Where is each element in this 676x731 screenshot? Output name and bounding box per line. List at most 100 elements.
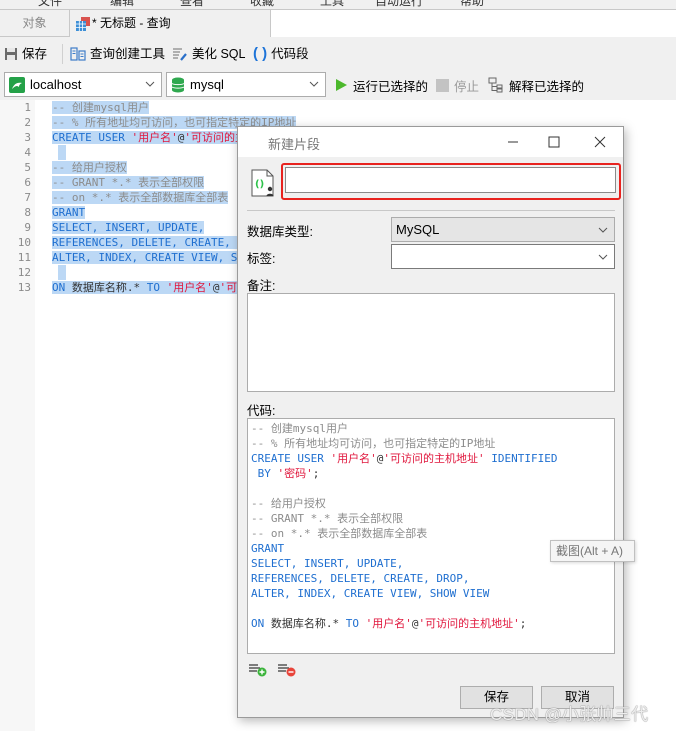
tag-select[interactable] [391, 244, 615, 269]
line-number: 13 [17, 281, 31, 294]
menu-item[interactable]: 查看 [180, 0, 204, 9]
note-textarea[interactable] [247, 293, 615, 392]
code-token: '用户名' [166, 281, 213, 294]
code-token: CREATE USER [52, 131, 132, 144]
explain-selected-label: 解释已选择的 [509, 79, 585, 94]
code-token: ; [519, 617, 527, 630]
database-select[interactable]: mysql [166, 72, 326, 97]
code-token: -- 给用户授权 [251, 497, 326, 510]
code-line: ALTER, INDEX, CREATE VIEW, SHOW VIEW [251, 586, 611, 601]
new-snippet-dialog: 新建片段 () 数据库类型: MySQL 标签: 备注: 代码: -- 创建my… [237, 126, 624, 718]
code-line: -- on *.* 表示全部数据库全部表 [251, 526, 611, 541]
svg-text:(): () [255, 179, 264, 190]
menu-item[interactable]: 编辑 [110, 0, 134, 9]
code-textarea[interactable]: -- 创建mysql用户 -- % 所有地址均可访问，也可指定特定的IP地址 CRE… [247, 418, 615, 654]
code-snippet-button[interactable]: ( ) 代码段 [253, 44, 309, 64]
code-label: 代码: [247, 404, 276, 418]
beautify-sql-button[interactable]: 美化 SQL [172, 44, 246, 64]
code-token: -- 给用户授权 [52, 161, 127, 174]
code-line: CREATE USER '用户名'@'可访问的主机地址' IDENTIFIED [251, 451, 611, 466]
line-number: 10 [17, 236, 31, 249]
query-builder-button[interactable]: 查询创建工具 [70, 44, 165, 64]
code-token: -- GRANT *.* 表示全部权限 [52, 176, 205, 189]
code-token: BY [251, 467, 278, 480]
watermark: CSDN @小张帅三代 [490, 705, 649, 724]
stop-label: 停止 [454, 79, 480, 94]
code-token: REFERENCES, DELETE, CREATE, DROP, [251, 572, 470, 585]
connection-bar: localhost mysql 运行已选择的 停止 解释已选择的 [0, 71, 676, 99]
minimize-button[interactable] [502, 131, 524, 153]
code-line: ON 数据库名称.* TO '用户名'@'可访问的主机地址'; [251, 616, 611, 631]
menu-item[interactable]: 文件 [38, 0, 62, 9]
dialog-title-bar[interactable]: 新建片段 [238, 127, 623, 157]
code-token: TO [146, 281, 167, 294]
code-token: -- on *.* 表示全部数据库全部表 [52, 191, 229, 204]
stop-icon [436, 78, 449, 92]
line-number-gutter: 1 2 3 4 5 6 7 8 9 10 11 12 13 [0, 100, 35, 731]
chevron-down-icon [598, 227, 608, 233]
database-icon [171, 77, 185, 92]
line-number: 6 [24, 176, 31, 189]
save-label: 保存 [22, 47, 48, 61]
tab-bar-empty-area [270, 10, 676, 37]
code-token: ON [52, 281, 72, 294]
add-line-icon[interactable] [248, 663, 268, 677]
chevron-down-icon [145, 81, 155, 87]
snippet-file-icon: () [251, 169, 274, 197]
close-button[interactable] [589, 131, 611, 153]
line-number: 3 [24, 131, 31, 144]
save-icon [5, 48, 17, 60]
code-token: IDENTIFIED [484, 452, 558, 465]
code-line: -- 给用户授权 [251, 496, 611, 511]
code-line: -- % 所有地址均可访问，也可指定特定的IP地址 [251, 436, 611, 451]
screenshot-tooltip: 截图(Alt + A) [550, 540, 635, 562]
db-type-value: MySQL [396, 222, 440, 237]
tag-label: 标签: [247, 252, 276, 266]
menu-item[interactable]: 收藏 [250, 0, 274, 9]
explain-selected-button[interactable]: 解释已选择的 [488, 76, 584, 94]
db-type-select[interactable]: MySQL [391, 217, 615, 242]
code-token: 数据库名称.* [71, 281, 147, 294]
explain-icon [488, 77, 503, 93]
menu-bar: 文件 编辑 查看 收藏 工具 自动运行 帮助 [0, 0, 676, 10]
code-token: ; [312, 467, 320, 480]
code-token: -- on *.* 表示全部数据库全部表 [251, 527, 428, 540]
snippet-name-input[interactable] [285, 167, 616, 193]
code-token: TO [345, 617, 366, 630]
close-icon [594, 136, 606, 148]
tab-query-label: * 无标题 - 查询 [92, 16, 171, 30]
tab-query[interactable]: * 无标题 - 查询 [70, 10, 270, 38]
code-token: -- 创建mysql用户 [52, 101, 149, 114]
line-number: 5 [24, 161, 31, 174]
stop-button[interactable]: 停止 [436, 76, 479, 94]
menu-item[interactable]: 工具 [320, 0, 344, 9]
beautify-label: 美化 SQL [192, 47, 246, 61]
code-token: '用户名' [330, 452, 377, 465]
snippet-icon: ( ) [253, 45, 268, 62]
snippet-label: 代码段 [271, 47, 309, 61]
code-token: GRANT [52, 206, 86, 219]
code-token: CREATE USER [251, 452, 331, 465]
run-selected-button[interactable]: 运行已选择的 [335, 76, 428, 94]
run-selected-label: 运行已选择的 [353, 79, 429, 94]
code-line: REFERENCES, DELETE, CREATE, DROP, [251, 571, 611, 586]
code-token: '密码' [277, 467, 313, 480]
server-value: localhost [30, 77, 82, 92]
query-builder-label: 查询创建工具 [90, 47, 166, 61]
minimize-icon [508, 141, 518, 143]
toolbar-separator [62, 44, 63, 64]
menu-item[interactable]: 帮助 [460, 0, 484, 9]
code-token: '可访问的主机地址' [418, 617, 520, 630]
save-button[interactable]: 保存 [4, 44, 47, 64]
remove-line-icon[interactable] [277, 663, 297, 677]
maximize-button[interactable] [543, 131, 565, 153]
code-token: SELECT, INSERT, UPDATE, [251, 557, 404, 570]
tab-objects[interactable]: 对象 [0, 10, 70, 37]
server-select[interactable]: localhost [4, 72, 162, 97]
line-number: 12 [17, 266, 31, 279]
code-token: -- % 所有地址均可访问，也可指定特定的IP地址 [251, 437, 496, 450]
menu-item[interactable]: 自动运行 [375, 0, 423, 9]
snippet-name-row: () [238, 157, 623, 207]
code-line: -- GRANT *.* 表示全部权限 [251, 511, 611, 526]
